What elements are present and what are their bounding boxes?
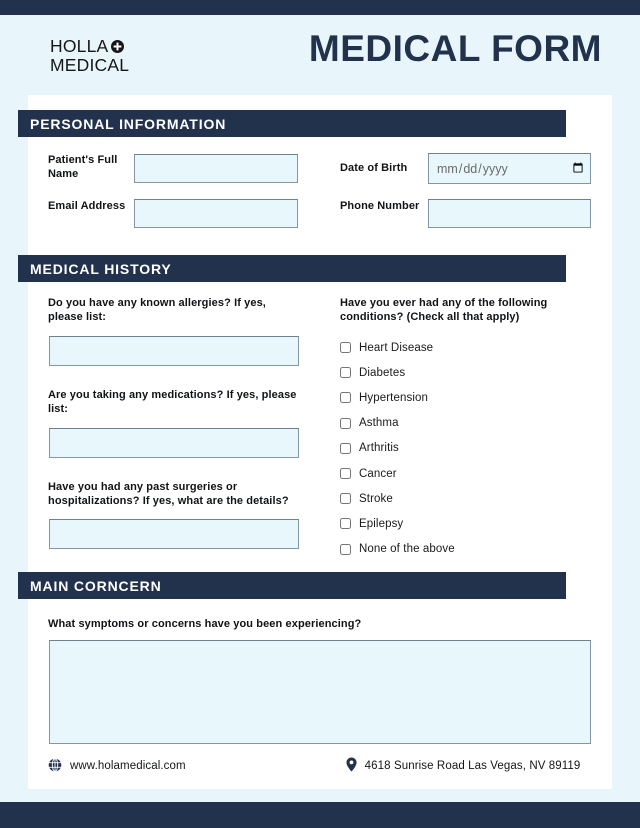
footer-address-text: 4618 Sunrise Road Las Vegas, NV 89119 [364,760,581,772]
logo-text-medical: MEDICAL [50,54,130,75]
location-pin-icon [346,757,357,775]
condition-label[interactable]: Hypertension [359,392,428,404]
email-address-input[interactable] [134,199,298,228]
condition-item[interactable]: Stroke [340,486,580,511]
label-surgeries-question: Have you had any past surgeries or hospi… [48,481,289,507]
condition-checkbox[interactable] [340,392,351,404]
page-title: MEDICAL FORM [308,28,602,69]
date-of-birth-input[interactable] [428,153,591,184]
condition-checkbox[interactable] [340,493,351,505]
logo-text-holla: HOLLA [50,36,109,56]
label-allergies-question: Do you have any known allergies? If yes,… [48,297,266,323]
condition-item[interactable]: Asthma [340,411,580,436]
label-conditions-question: Have you ever had any of the following c… [340,297,548,323]
condition-item[interactable]: Cancer [340,461,580,486]
page-footer: www.holamedical.com 4618 Sunrise Road La… [48,757,593,775]
condition-item[interactable]: Epilepsy [340,511,580,536]
top-accent-bar [0,0,640,15]
patient-full-name-input[interactable] [134,154,298,183]
condition-label[interactable]: Arthritis [359,442,399,454]
brand-logo: HOLLA MEDICAL [50,37,129,75]
condition-label[interactable]: Epilepsy [359,518,403,530]
logo-line-1: HOLLA [50,37,129,56]
condition-label[interactable]: None of the above [359,543,455,555]
section-title-personal-information: PERSONAL INFORMATION [30,115,227,132]
page-header: HOLLA MEDICAL MEDICAL FORM [0,15,640,95]
label-phone-number: Phone Number [340,200,420,212]
condition-item[interactable]: Hypertension [340,385,580,410]
label-email-address: Email Address [48,200,126,212]
condition-label[interactable]: Diabetes [359,367,405,379]
symptoms-textarea[interactable] [49,640,591,744]
condition-item[interactable]: Heart Disease [340,335,580,360]
bottom-accent-bar [0,802,640,828]
conditions-checkbox-list: Heart Disease Diabetes Hypertension Asthma A… [340,335,580,562]
condition-checkbox[interactable] [340,367,351,379]
surgeries-input[interactable] [49,519,299,549]
medical-cross-circle-icon [111,39,125,53]
medications-input[interactable] [49,428,299,458]
condition-label[interactable]: Stroke [359,493,393,505]
condition-label[interactable]: Asthma [359,417,399,429]
condition-label[interactable]: Cancer [359,468,397,480]
footer-website[interactable]: www.holamedical.com [48,757,186,775]
allergies-input[interactable] [49,336,299,366]
globe-icon [48,757,62,775]
condition-checkbox[interactable] [340,342,351,354]
condition-checkbox[interactable] [340,543,351,555]
label-symptoms-question: What symptoms or concerns have you been … [48,618,362,630]
phone-number-input[interactable] [428,199,591,228]
section-title-main-concern: MAIN CORNCERN [30,577,162,594]
label-date-of-birth: Date of Birth [340,162,408,174]
label-medications-question: Are you taking any medications? If yes, … [48,389,297,415]
condition-checkbox[interactable] [340,468,351,480]
footer-website-text: www.holamedical.com [70,760,186,772]
condition-label[interactable]: Heart Disease [359,342,433,354]
condition-checkbox[interactable] [340,417,351,429]
section-title-medical-history: MEDICAL HISTORY [30,260,172,277]
label-patient-full-name: Patient's Full Name [48,154,118,180]
condition-item[interactable]: Arthritis [340,436,580,461]
condition-checkbox[interactable] [340,518,351,530]
condition-item[interactable]: None of the above [340,537,580,562]
section-header-main-concern: MAIN CORNCERN [18,572,566,599]
condition-checkbox[interactable] [340,442,351,454]
section-header-personal-information: PERSONAL INFORMATION [18,110,566,137]
section-header-medical-history: MEDICAL HISTORY [18,255,566,282]
condition-item[interactable]: Diabetes [340,360,580,385]
footer-address: 4618 Sunrise Road Las Vegas, NV 89119 [346,757,581,775]
